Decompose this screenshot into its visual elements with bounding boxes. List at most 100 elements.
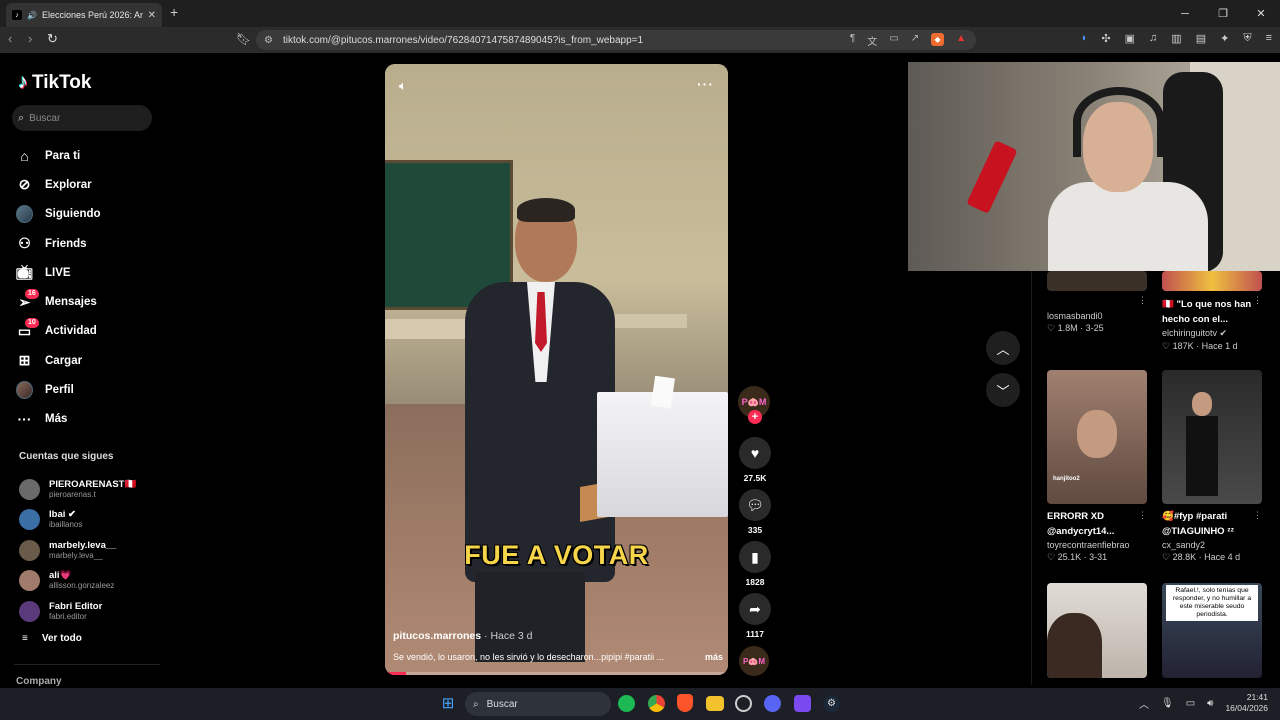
creator-avatar[interactable]: P🐽M + [738,386,770,424]
card-more-icon[interactable]: ⋮ [1253,295,1262,306]
music-disc[interactable]: P🐽M [739,646,769,676]
card-more-icon[interactable]: ⋮ [1253,510,1262,521]
following-item[interactable]: Fabri Editor fabri.editor [19,596,136,627]
brave-rewards-icon[interactable]: ▲ [956,33,966,48]
cast-icon[interactable]: ▭ [889,33,898,48]
progress-fill [385,672,406,675]
menu-item-perfil[interactable]: Perfil [16,375,101,404]
video-card[interactable]: ⋮ 🇵🇪 "Lo que nos han hecho con el... elc… [1162,271,1262,352]
back-button[interactable]: ‹ [8,31,12,46]
video-progress-bar[interactable] [385,672,728,675]
divider [14,664,160,665]
chrome-icon[interactable] [648,695,665,712]
music-icon[interactable]: ♫ [1149,32,1157,45]
menu-icon[interactable]: ≡ [1266,32,1272,45]
video-player[interactable]: FUE A VOTAR 🔈︎ ··· pitucos.marrones · Ha… [385,64,728,675]
vpn-icon[interactable]: ⛨ [1243,32,1251,45]
address-bar[interactable]: ⚙ tiktok.com/@pitucos.marrones/video/762… [256,30,976,50]
menu-label: Explorar [45,178,92,191]
like-button[interactable]: ♥ 27.5K [739,437,771,483]
windows-start-icon[interactable]: ⊞ [438,693,458,713]
video-card[interactable]: Rafael.!, solo tenías que responder, y n… [1162,583,1262,678]
volume-icon[interactable]: 🔈︎ [399,78,407,94]
leo-ai-icon[interactable]: ✦ [1220,32,1229,45]
video-author[interactable]: pitucos.marrones · Hace 3 d [393,630,532,642]
previous-video-button[interactable]: ︿ [986,331,1020,365]
volume-icon[interactable]: 🔊︎ [1207,698,1213,709]
search-input[interactable]: ⌕ Buscar [12,105,152,131]
network-icon[interactable]: ▭ [1186,698,1195,709]
company-link[interactable]: Company [16,676,62,687]
speaker-icon[interactable]: 🔊 [27,11,37,20]
bookmark-icon[interactable]: 🔖︎ [236,32,251,46]
clock[interactable]: 21:41 16/04/2026 [1225,692,1268,714]
menu-item-para-ti[interactable]: ⌂ Para ti [16,141,101,170]
card-more-icon[interactable]: ⋮ [1138,510,1147,521]
more-options-icon[interactable]: ··· [697,76,714,92]
reader-mode-icon[interactable]: ¶ [850,33,855,48]
share-button[interactable]: ➦ 1117 [739,593,771,639]
browser-tab[interactable]: ♪ 🔊 Elecciones Perú 2026: Análisis ✕ [6,3,162,27]
wallet-icon[interactable]: ▤ [1196,32,1206,45]
discord-icon[interactable] [764,695,781,712]
see-all-button[interactable]: ≡ Ver todo [22,633,82,644]
music-disc-text: P🐽M [743,656,765,666]
following-item[interactable]: marbely.leva__ marbely.leva__ [19,535,136,566]
taskbar-search[interactable]: ⌕ Buscar [465,692,611,716]
steam-icon[interactable]: ⚙ [823,695,840,712]
screenshot-icon[interactable]: ▣ [1125,32,1135,45]
new-tab-button[interactable]: + [170,4,178,20]
file-explorer-icon[interactable] [706,696,724,711]
minimize-button[interactable]: ─ [1166,0,1204,27]
more-link[interactable]: más [705,652,723,662]
menu-item-cargar[interactable]: ⊞ Cargar [16,346,101,375]
spotify-icon[interactable] [618,695,635,712]
save-button[interactable]: ▮ 1828 [739,541,771,587]
sidebar-icon[interactable]: ▥ [1171,32,1181,45]
chevron-up-icon[interactable]: ︿ [1139,696,1149,711]
reload-button[interactable]: ↻ [47,31,58,47]
menu-item-friends[interactable]: ⚇ Friends [16,229,101,258]
video-card[interactable]: hanjitoo2 ⋮ ERRORR XD @andycryt14... toy… [1047,370,1147,563]
video-thumbnail [1162,370,1262,504]
following-item[interactable]: PIEROARENAST🇵🇪 pieroarenas.t [19,474,136,505]
extensions-icon[interactable]: ✣ [1101,32,1110,45]
author-name: pitucos.marrones [393,630,482,642]
menu-item-explorar[interactable]: ⊘ Explorar [16,170,101,199]
menu-item-siguiendo[interactable]: Siguiendo [16,200,101,229]
close-tab-icon[interactable]: ✕ [148,10,156,21]
obs-icon[interactable] [735,695,752,712]
card-more-icon[interactable]: ⋮ [1138,295,1147,306]
video-card[interactable]: ⋮ 🥰#fyp #parati @TIAGUINHO ᶻᶻ cx_sandy2 … [1162,370,1262,563]
upload-icon: ⊞ [18,352,31,369]
bookmark-icon: ▮ [739,541,771,573]
menu-item-actividad[interactable]: ▭ 10 Actividad [16,317,101,346]
restore-button[interactable]: ❐ [1204,0,1242,27]
more-icon: ··· [17,411,32,428]
video-card[interactable] [1047,583,1147,678]
menu-label: Mensajes [45,296,97,309]
following-item[interactable]: ali💗 allisson.gonzaleez [19,566,136,597]
video-card[interactable]: ⋮ losmasbandi0 ♡ 1.8M · 3-25 [1047,271,1147,334]
follow-plus-icon[interactable]: + [748,410,762,424]
brave-icon[interactable] [677,694,693,712]
comment-button[interactable]: 💬︎ 335 [739,489,771,535]
menu-item-mas[interactable]: ··· Más [16,405,101,434]
save-count: 1828 [745,577,765,587]
brave-shield-icon[interactable]: ◆ [931,32,945,46]
translate-icon[interactable]: 文 [867,33,877,48]
forward-button[interactable]: › [28,31,32,46]
tiktok-logo[interactable]: ♪ TikTok [18,71,91,94]
share-icon[interactable]: ↗ [911,33,919,48]
apps-grid-icon[interactable] [794,695,811,712]
close-window-button[interactable]: ✕ [1242,0,1280,27]
menu-item-mensajes[interactable]: ➢ 16 Mensajes [16,287,101,316]
audio-icon[interactable]: ◗ [1081,32,1088,45]
following-item[interactable]: Ibai ✔ ibaillanos [19,505,136,536]
video-thumbnail [1047,271,1147,291]
next-video-button[interactable]: ﹀ [986,373,1020,407]
menu-item-live[interactable]: 📺︎ LIVE [16,258,101,287]
microphone-icon[interactable]: 🎙︎ [1161,698,1174,709]
site-info-icon[interactable]: ⚙ [264,35,273,46]
following-handle: fabri.editor [49,611,87,621]
